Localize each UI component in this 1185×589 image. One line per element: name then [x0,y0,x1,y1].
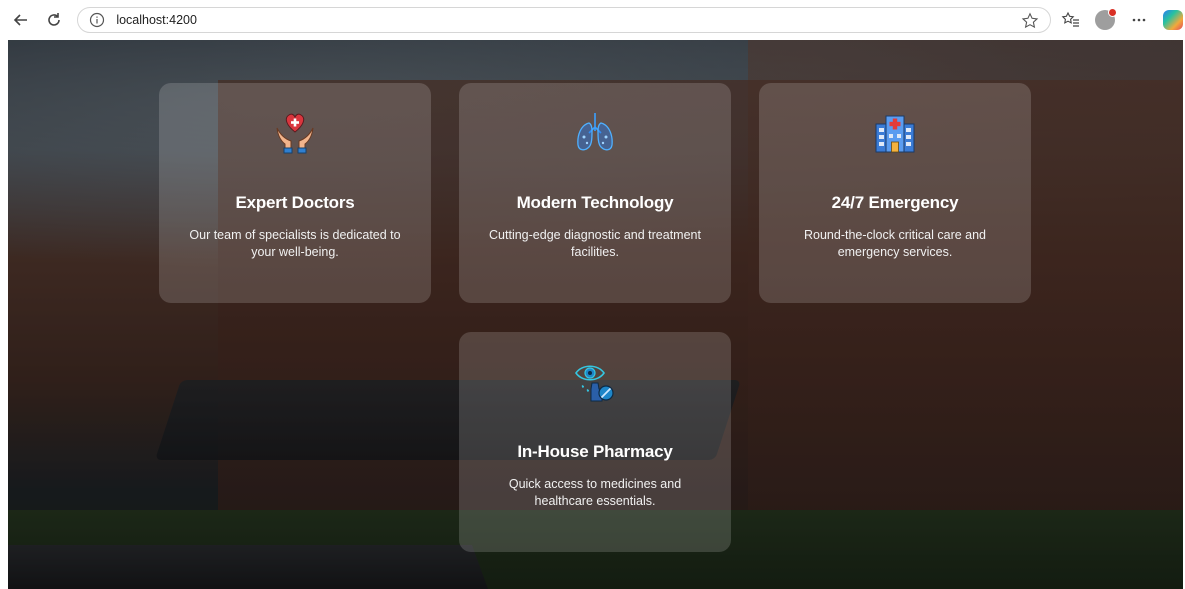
heart-hands-icon [269,107,321,159]
feature-card-expert-doctors: Expert Doctors Our team of specialists i… [159,83,431,303]
feature-card-emergency: 24/7 Emergency Round-the-clock critical … [759,83,1031,303]
url-text[interactable]: localhost:4200 [116,13,197,27]
more-icon[interactable] [1127,8,1151,32]
feature-description: Our team of specialists is dedicated to … [189,228,401,259]
hospital-icon [869,107,921,159]
feature-card-pharmacy: In-House Pharmacy Quick access to medici… [459,332,731,552]
reload-icon[interactable] [40,5,70,35]
lungs-icon [569,107,621,159]
profile-avatar[interactable] [1093,8,1118,32]
copilot-icon[interactable] [1161,8,1185,32]
address-bar[interactable]: localhost:4200 [77,7,1052,33]
feature-description: Cutting-edge diagnostic and treatment fa… [489,228,701,259]
info-icon[interactable] [88,11,106,29]
browser-toolbar: localhost:4200 [0,0,1185,40]
feature-description: Quick access to medicines and healthcare… [508,477,682,508]
back-arrow-icon[interactable] [6,5,36,35]
eye-drops-icon [569,356,621,408]
feature-description: Round-the-clock critical care and emerge… [803,228,987,259]
feature-title: In-House Pharmacy [517,442,673,461]
feature-title: 24/7 Emergency [831,193,959,212]
feature-title: Modern Technology [516,193,674,212]
feature-card-modern-technology: Modern Technology Cutting-edge diagnosti… [459,83,731,303]
feature-title: Expert Doctors [235,193,355,212]
star-icon[interactable] [1020,11,1040,31]
favorites-icon[interactable] [1059,8,1083,32]
